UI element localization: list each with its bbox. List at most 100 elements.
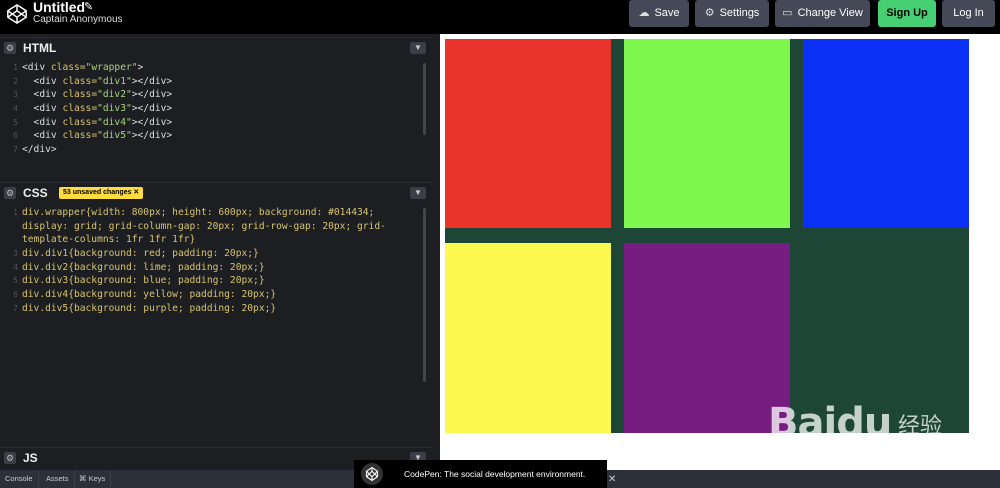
- gear-icon[interactable]: ⚙: [4, 187, 16, 199]
- line-number: 3: [13, 249, 18, 259]
- code-line: 5 div.div3{background: blue; padding: 20p…: [0, 274, 432, 288]
- code-token: div.div5{background: purple; padding: 20…: [22, 302, 277, 314]
- code-token: "div1": [97, 75, 132, 87]
- code-line: 3 div.div1{background: red; padding: 20px…: [0, 247, 432, 261]
- code-token: div.div2{background: lime; padding: 20px…: [22, 261, 265, 273]
- watermark-main-text: Baidu: [768, 400, 892, 446]
- code-token: <div: [22, 75, 63, 87]
- line-number: 5: [13, 117, 18, 127]
- code-token: ></div>: [131, 89, 173, 101]
- preview-div4: [445, 243, 611, 433]
- top-bar: Untitled ✎ Captain Anonymous ☁ Save ⚙ Sett…: [0, 0, 1000, 34]
- line-number: 1: [13, 208, 18, 217]
- unsaved-changes-badge[interactable]: 53 unsaved changes ✕: [59, 187, 144, 199]
- code-line: 6 <div class="div5"></div>: [0, 129, 432, 143]
- line-number: 7: [13, 145, 18, 155]
- code-line: 7 </div>: [0, 143, 432, 157]
- code-token: div.div4{background: yellow; padding: 20…: [22, 289, 277, 301]
- code-token: "div2": [97, 89, 132, 101]
- scrollbar[interactable]: [423, 63, 426, 135]
- line-number: 6: [13, 290, 18, 300]
- code-token: display: grid; grid-column-gap: 20px; gr…: [22, 220, 386, 232]
- codepen-logo-icon[interactable]: [6, 3, 28, 25]
- code-token: div.div1{background: red; padding: 20px;…: [22, 248, 259, 260]
- editor-column: ⚙ HTML ▼ 1 <div class="wrapper"> 2 <div cl…: [0, 34, 432, 470]
- line-number: 1: [13, 63, 18, 72]
- js-panel-title: JS: [23, 451, 38, 465]
- line-number: 5: [13, 276, 18, 286]
- code-token: </div>: [22, 144, 57, 156]
- pencil-icon[interactable]: ✎: [84, 0, 93, 13]
- chevron-down-icon[interactable]: ▼: [410, 187, 426, 199]
- code-token: "div5": [97, 130, 132, 142]
- code-token: class=: [50, 62, 86, 73]
- code-token: class=: [62, 75, 98, 87]
- watermark-url: jingyan.baidu.com: [768, 444, 865, 458]
- assets-button[interactable]: Assets: [41, 470, 75, 488]
- code-line: 1 div.wrapper{width: 800px; height: 600px…: [0, 206, 432, 220]
- line-number: 7: [13, 303, 18, 313]
- gear-icon[interactable]: ⚙: [4, 42, 16, 54]
- line-number: 4: [13, 104, 18, 114]
- save-label: Save: [654, 7, 680, 19]
- css-editor[interactable]: 1 div.wrapper{width: 800px; height: 600px…: [0, 206, 432, 444]
- html-editor[interactable]: 1 <div class="wrapper"> 2 <div class="div1…: [0, 61, 432, 179]
- code-token: "div4": [97, 116, 132, 128]
- console-button[interactable]: Console: [0, 470, 39, 488]
- line-number: 4: [13, 262, 18, 272]
- login-button[interactable]: Log In: [942, 0, 995, 27]
- save-button[interactable]: ☁ Save: [629, 0, 689, 27]
- code-line: 4 <div class="div3"></div>: [0, 102, 432, 116]
- line-number: 2: [13, 76, 18, 86]
- chevron-down-icon[interactable]: ▼: [410, 42, 426, 54]
- code-token: class=: [62, 130, 98, 142]
- css-panel-header: ⚙ CSS 53 unsaved changes ✕ ▼: [0, 182, 432, 202]
- code-line: 3 <div class="div2"></div>: [0, 88, 432, 102]
- code-token: div.wrapper{width: 800px; height: 600px;…: [22, 207, 375, 218]
- settings-label: Settings: [719, 7, 760, 19]
- code-token: <div: [22, 116, 63, 128]
- code-token: >: [137, 62, 144, 73]
- cloud-icon: ☁: [638, 7, 650, 19]
- code-token: "wrapper": [85, 62, 138, 73]
- html-panel-header: ⚙ HTML ▼: [0, 37, 432, 57]
- codepen-logo-icon: [361, 463, 383, 485]
- toast-text: CodePen: The social development environm…: [404, 469, 586, 479]
- preview-div2: [624, 39, 790, 228]
- code-token: <div: [22, 130, 63, 142]
- layout-icon: ▭: [782, 7, 793, 19]
- signup-button[interactable]: Sign Up: [878, 0, 936, 27]
- code-token: ></div>: [131, 116, 173, 128]
- code-token: ></div>: [131, 103, 173, 115]
- code-line: template-columns: 1fr 1fr 1fr}: [0, 233, 432, 247]
- code-token: div.div3{background: blue; padding: 20px…: [22, 275, 265, 287]
- code-token: <div: [22, 103, 63, 115]
- scrollbar[interactable]: [423, 208, 426, 382]
- code-line: display: grid; grid-column-gap: 20px; gr…: [0, 220, 432, 234]
- code-token: "div3": [97, 103, 132, 115]
- baidu-watermark: Baidu 经验 jingyan.baidu.com: [768, 380, 958, 470]
- code-token: class=: [62, 116, 98, 128]
- code-line: 2 <div class="div1"></div>: [0, 75, 432, 89]
- code-line: 4 div.div2{background: lime; padding: 20p…: [0, 261, 432, 275]
- code-token: <div: [22, 89, 63, 101]
- pen-title[interactable]: Untitled: [33, 0, 85, 15]
- gear-icon[interactable]: ⚙: [4, 452, 16, 464]
- code-token: class=: [62, 89, 98, 101]
- gear-icon: ⚙: [704, 7, 715, 19]
- code-line: 5 <div class="div4"></div>: [0, 116, 432, 130]
- html-panel-title: HTML: [23, 41, 57, 55]
- change-view-label: Change View: [797, 7, 863, 19]
- change-view-button[interactable]: ▭ Change View: [775, 0, 870, 27]
- preview-wrapper: [445, 39, 969, 433]
- keys-button[interactable]: ⌘ Keys: [74, 470, 112, 488]
- preview-div1: [445, 39, 611, 228]
- watermark-cn-text: 经验: [898, 413, 943, 438]
- code-line: 6 div.div4{background: yellow; padding: 2…: [0, 288, 432, 302]
- settings-button[interactable]: ⚙ Settings: [695, 0, 769, 27]
- line-number: 3: [13, 90, 18, 100]
- code-line: 7 div.div5{background: purple; padding: 2…: [0, 302, 432, 316]
- close-icon[interactable]: ✕: [608, 474, 616, 485]
- code-token: ></div>: [131, 130, 173, 142]
- author-name: Captain Anonymous: [33, 14, 123, 25]
